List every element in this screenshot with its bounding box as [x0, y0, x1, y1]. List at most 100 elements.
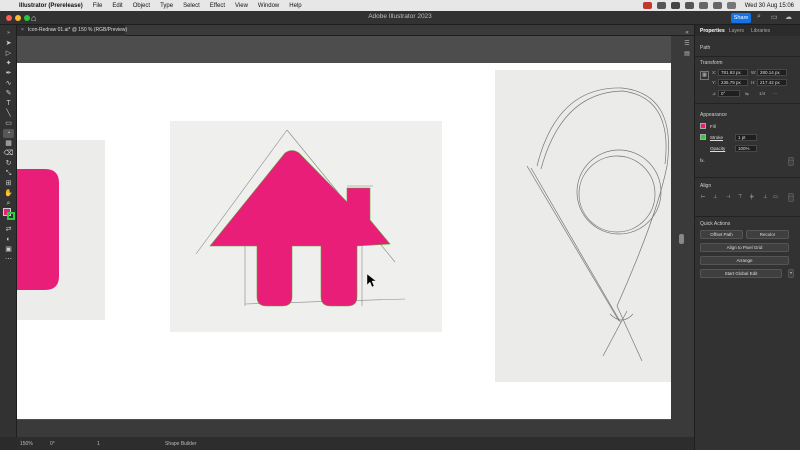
eraser-tool-icon[interactable]: ⌫	[3, 149, 14, 158]
align-to-icon[interactable]: ▭	[773, 195, 779, 200]
magic-wand-tool-icon[interactable]: ✦	[3, 59, 14, 68]
cloud-icon[interactable]: ☁	[785, 13, 792, 21]
current-tool[interactable]: Shape Builder	[165, 441, 196, 447]
zoom-level[interactable]: 150%	[20, 441, 33, 447]
vertical-scroll-thumb[interactable]	[679, 234, 684, 244]
menu-effect[interactable]: Effect	[210, 3, 225, 9]
camera-icon[interactable]	[656, 2, 666, 9]
draw-mode-icon[interactable]: ◐	[3, 235, 14, 244]
rectangle-tool-icon[interactable]: ▭	[3, 119, 14, 128]
start-global-edit-button[interactable]: Start Global Edit	[700, 269, 782, 278]
opacity-field[interactable]: 100%	[735, 145, 757, 152]
properties-dock-icon[interactable]: ☰	[680, 40, 694, 50]
wifi-icon[interactable]	[698, 2, 708, 9]
document-tab[interactable]: × Icon-Redraw 01.ai* @ 150 % (RGB/Preview…	[17, 25, 127, 36]
horizontal-scrollbar[interactable]	[17, 420, 671, 437]
stroke-label[interactable]: Stroke	[710, 135, 723, 140]
w-label: W:	[751, 70, 757, 75]
arrange-button[interactable]: Arrange	[700, 256, 789, 265]
more-tools-icon[interactable]: ⋯	[3, 255, 14, 264]
pink-shape-left[interactable]	[17, 169, 59, 290]
tab-layers[interactable]: Layers	[729, 28, 744, 34]
screen-mode-icon[interactable]: ▣	[3, 245, 14, 254]
swap-colors-icon[interactable]: ⇄	[3, 225, 14, 234]
selection-tool-icon[interactable]: ➤	[3, 39, 14, 48]
app-title-bar: ⌂ Adobe Illustrator 2023 Share ⌕ ▭ ☁	[0, 11, 800, 25]
align-top-icon[interactable]: ⊤	[738, 195, 744, 200]
paintbrush-tool-icon[interactable]: ✎	[3, 89, 14, 98]
h-field[interactable]: 217.42 px	[757, 79, 787, 86]
gradient-tool-icon[interactable]: ▦	[3, 139, 14, 148]
more-options-icon[interactable]: ⋯	[773, 91, 778, 97]
workspace-icon[interactable]: ▭	[771, 13, 778, 21]
menu-edit[interactable]: Edit	[112, 3, 122, 9]
scale-tool-icon[interactable]: ⤡	[3, 169, 14, 178]
shape-builder-tool-icon[interactable]: ◔	[3, 129, 14, 138]
menu-select[interactable]: Select	[183, 3, 200, 9]
fx-button[interactable]: fx.	[700, 158, 705, 163]
collapse-icon[interactable]: »	[3, 29, 14, 38]
stroke-color-swatch[interactable]	[700, 134, 706, 140]
close-tab-icon[interactable]: ×	[21, 27, 24, 33]
align-middle-icon[interactable]: ╪	[750, 195, 756, 200]
libraries-dock-icon[interactable]: ▤	[680, 50, 694, 60]
display-icon[interactable]	[670, 2, 680, 9]
panel-tabs: Properties Layers Libraries	[695, 25, 800, 36]
w-field[interactable]: 280.14 px	[757, 69, 787, 76]
recolor-button[interactable]: Recolor	[746, 230, 789, 239]
align-more-button[interactable]: ⋯	[788, 193, 794, 202]
artboard-number[interactable]: 1	[97, 441, 100, 447]
vertical-scrollbar[interactable]	[671, 36, 694, 437]
stroke-swatch[interactable]	[7, 212, 15, 220]
control-center-icon[interactable]	[726, 2, 736, 9]
menu-type[interactable]: Type	[160, 3, 173, 9]
hand-tool-icon[interactable]: ✋	[3, 189, 14, 198]
menu-app[interactable]: Illustrator (Prerelease)	[19, 3, 83, 9]
record-icon[interactable]	[642, 2, 652, 9]
fill-label[interactable]: Fill	[710, 124, 716, 129]
menu-help[interactable]: Help	[289, 3, 301, 9]
collapse-panels-icon[interactable]: «	[680, 30, 694, 40]
appearance-more-button[interactable]: ⋯	[788, 157, 794, 166]
type-tool-icon[interactable]: T	[3, 99, 14, 108]
illustrator-window: Illustrator (Prerelease) File Edit Objec…	[0, 0, 800, 450]
search-icon[interactable]: ⌕	[757, 13, 761, 21]
canvas[interactable]	[17, 36, 671, 420]
menu-view[interactable]: View	[235, 3, 248, 9]
align-to-pixel-grid-button[interactable]: Align to Pixel Grid	[700, 243, 789, 252]
align-bottom-icon[interactable]: ⊥	[763, 195, 769, 200]
flip-horizontal-icon[interactable]: ⇋	[745, 91, 749, 97]
x-label: X:	[712, 70, 717, 75]
clock[interactable]: Wed 30 Aug 15:06	[745, 3, 794, 9]
x-field[interactable]: 781.93 px	[718, 69, 748, 76]
menu-object[interactable]: Object	[133, 3, 150, 9]
selection-type: Path	[700, 45, 711, 51]
divider	[695, 103, 800, 104]
align-center-icon[interactable]: ⊥	[713, 195, 719, 200]
stroke-weight-field[interactable]: 1 pt	[735, 134, 757, 141]
line-tool-icon[interactable]: ╲	[3, 109, 14, 118]
rotate-view[interactable]: 0°	[50, 441, 55, 447]
artwork[interactable]	[17, 36, 671, 420]
opacity-label[interactable]: Opacity	[710, 146, 725, 151]
share-button[interactable]: Share	[731, 13, 751, 23]
angle-field[interactable]: 0°	[718, 90, 740, 97]
global-edit-dropdown[interactable]: ▾	[788, 269, 794, 278]
curvature-tool-icon[interactable]: ∿	[3, 79, 14, 88]
menu-window[interactable]: Window	[258, 3, 279, 9]
fill-color-swatch[interactable]	[700, 123, 706, 129]
tab-libraries[interactable]: Libraries	[751, 28, 770, 34]
artboard-tool-icon[interactable]: ⊞	[3, 179, 14, 188]
menu-file[interactable]: File	[93, 3, 103, 9]
reference-point-icon[interactable]: ▦	[700, 71, 709, 80]
align-left-icon[interactable]: ⊢	[701, 195, 707, 200]
y-field[interactable]: 235.79 px	[718, 79, 748, 86]
pen-tool-icon[interactable]: ✒	[3, 69, 14, 78]
direct-selection-tool-icon[interactable]: ▷	[3, 49, 14, 58]
zoom-tool-icon[interactable]: ⌕	[3, 199, 14, 208]
search-icon[interactable]	[712, 2, 722, 9]
align-right-icon[interactable]: ⊣	[726, 195, 732, 200]
offset-path-button[interactable]: Offset Path	[700, 230, 743, 239]
rotate-tool-icon[interactable]: ↻	[3, 159, 14, 168]
tab-properties[interactable]: Properties	[700, 28, 725, 34]
